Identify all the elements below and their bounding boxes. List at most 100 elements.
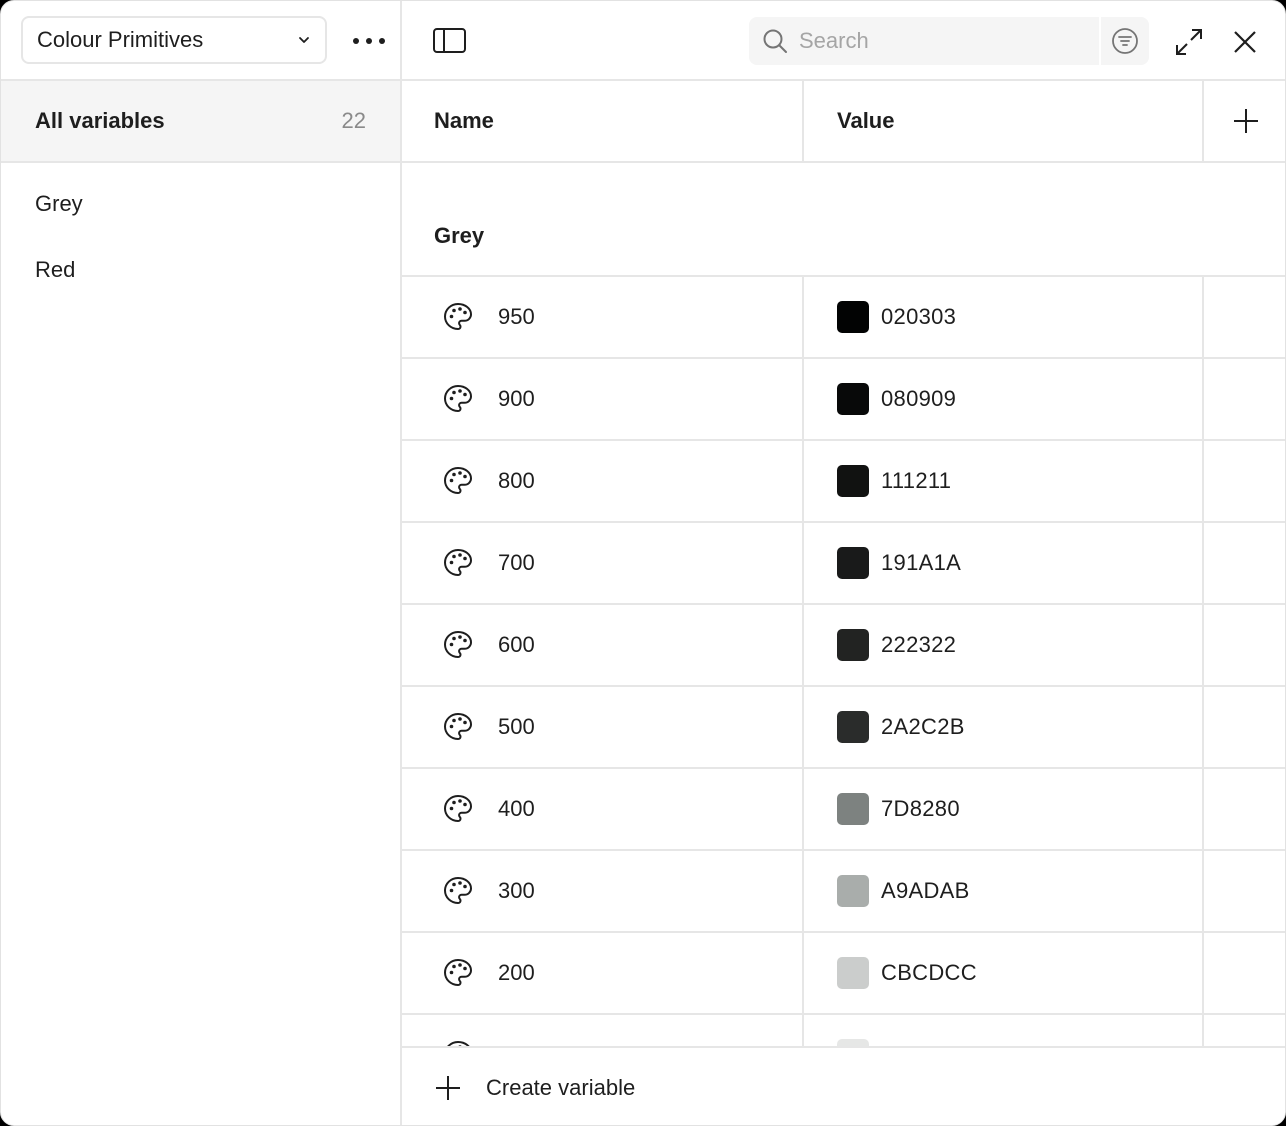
variable-value-cell[interactable] [804,1015,1204,1046]
column-header-name: Name [402,81,804,161]
table-header: Name Value [402,81,1285,163]
variable-name-cell[interactable]: 400 [402,769,804,849]
palette-icon [443,548,473,577]
collection-dropdown[interactable]: Colour Primitives [21,16,327,64]
variable-name-cell[interactable]: 500 [402,687,804,767]
variable-name-cell[interactable]: 300 [402,851,804,931]
variable-name: 300 [498,878,535,903]
sidebar-toggle-icon [433,28,466,53]
plus-icon [1233,109,1258,133]
variable-value: 020303 [881,304,957,329]
palette-icon [443,794,473,823]
variable-value-cell[interactable]: 020303 [804,277,1204,357]
table-row[interactable]: 900 080909 [402,359,1285,441]
variable-name-cell[interactable]: 600 [402,605,804,685]
table-row[interactable]: 500 2A2C2B [402,687,1285,769]
variable-value: A9ADAB [881,878,970,903]
plus-icon [436,1075,460,1100]
all-variables-count: 22 [341,108,366,133]
color-swatch[interactable] [837,547,869,579]
variable-name-cell[interactable]: 900 [402,359,804,439]
row-extra-cell [1204,687,1285,767]
row-extra-cell [1204,851,1285,931]
variable-value: 080909 [881,386,957,411]
variable-name-cell[interactable] [402,1015,804,1046]
chevron-down-icon [299,37,309,43]
color-swatch[interactable] [837,875,869,907]
variable-value: 191A1A [881,550,962,575]
table-row[interactable]: 950 020303 [402,277,1285,359]
table-row[interactable]: 400 7D8280 [402,769,1285,851]
variable-name-cell[interactable]: 950 [402,277,804,357]
table-row[interactable]: 700 191A1A [402,523,1285,605]
palette-icon [443,712,473,741]
table-row[interactable]: 300 A9ADAB [402,851,1285,933]
expand-icon [1176,29,1202,55]
sidebar-toggle-button[interactable] [432,25,468,57]
row-extra-cell [1204,441,1285,521]
all-variables-label: All variables [35,108,165,133]
table-row[interactable]: 800 111211 [402,441,1285,523]
variable-name: 600 [498,632,535,657]
group-title: Grey [402,163,1285,277]
variable-value: 7D8280 [881,796,960,821]
toolbar [402,1,1285,81]
variable-value: CBCDCC [881,960,977,985]
variable-value-cell[interactable]: 7D8280 [804,769,1204,849]
variable-name-cell[interactable]: 200 [402,933,804,1013]
collection-label: Colour Primitives [37,27,204,52]
variable-name-cell[interactable]: 800 [402,441,804,521]
row-extra-cell [1204,769,1285,849]
variable-value-cell[interactable]: A9ADAB [804,851,1204,931]
variable-name: 200 [498,960,535,985]
color-swatch[interactable] [837,465,869,497]
variable-value-cell[interactable]: CBCDCC [804,933,1204,1013]
color-swatch[interactable] [837,629,869,661]
palette-icon [443,302,473,331]
search-box [749,17,1149,65]
color-swatch[interactable] [837,957,869,989]
create-variable-button[interactable]: Create variable [402,1046,1285,1125]
main-panel: Name Value Grey 950 020303 900 080909 800 111… [402,1,1285,1125]
sidebar: Colour Primitives All variables 22 Grey … [1,1,402,1125]
palette-icon [443,384,473,413]
color-swatch[interactable] [837,711,869,743]
sidebar-item-red[interactable]: Red [1,237,400,303]
group-list: Grey Red [1,163,400,303]
variable-value-cell[interactable]: 2A2C2B [804,687,1204,767]
variable-value: 222322 [881,632,957,657]
color-swatch[interactable] [837,301,869,333]
row-extra-cell [1204,277,1285,357]
row-extra-cell [1204,1015,1285,1046]
more-options-button[interactable] [347,25,391,57]
variable-value-cell[interactable]: 191A1A [804,523,1204,603]
search-input[interactable] [789,17,1099,65]
expand-button[interactable] [1172,25,1206,59]
variable-name-cell[interactable]: 700 [402,523,804,603]
variable-value-cell[interactable]: 222322 [804,605,1204,685]
palette-icon [443,958,473,987]
variable-value: 111211 [881,468,952,493]
variable-name: 500 [498,714,535,739]
filter-button[interactable] [1101,17,1149,65]
color-swatch[interactable] [837,1039,869,1046]
table-row[interactable]: 200 CBCDCC [402,933,1285,1015]
variable-value-cell[interactable]: 111211 [804,441,1204,521]
table-row[interactable]: 600 222322 [402,605,1285,687]
add-mode-button[interactable] [1204,81,1285,161]
close-button[interactable] [1228,25,1262,59]
color-swatch[interactable] [837,793,869,825]
variable-value: 2A2C2B [881,714,965,739]
sidebar-item-grey[interactable]: Grey [1,171,400,237]
variable-name: 800 [498,468,535,493]
color-swatch[interactable] [837,383,869,415]
palette-icon [447,1040,470,1046]
variable-name: 400 [498,796,535,821]
variable-name: 900 [498,386,535,411]
variable-value-cell[interactable]: 080909 [804,359,1204,439]
all-variables-item[interactable]: All variables 22 [1,81,400,163]
create-variable-label: Create variable [486,1074,636,1100]
filter-icon [1112,28,1138,54]
table-row[interactable] [402,1015,1285,1046]
row-extra-cell [1204,359,1285,439]
